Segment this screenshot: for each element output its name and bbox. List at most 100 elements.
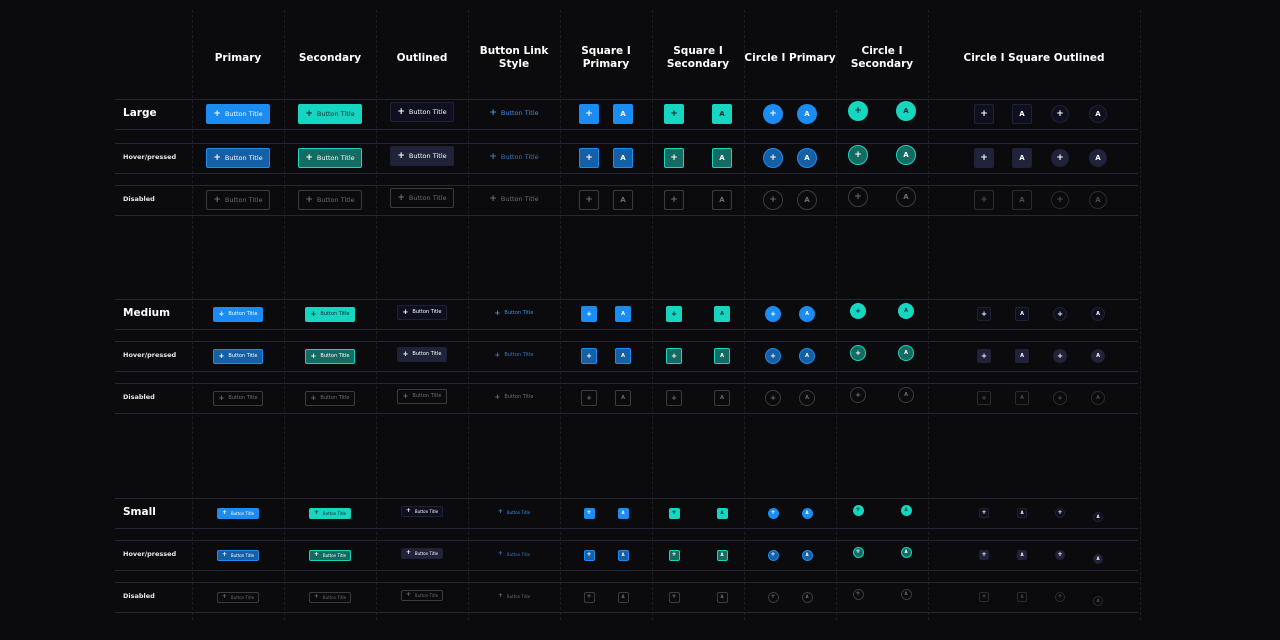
- secondary-button[interactable]: + Button Title: [309, 507, 351, 519]
- square-primary-letter-button[interactable]: A: [613, 190, 633, 210]
- circle-secondary-plus-button[interactable]: +: [852, 546, 864, 558]
- square-outlined-letter-button[interactable]: A: [1015, 349, 1029, 363]
- square-primary-plus-button[interactable]: +: [579, 148, 599, 168]
- circle-outlined-letter-button[interactable]: A: [1093, 512, 1103, 522]
- circle-primary-plus-button[interactable]: +: [767, 507, 779, 519]
- outlined-button[interactable]: + Button Title: [397, 346, 447, 362]
- circle-secondary-plus-button[interactable]: +: [850, 303, 866, 319]
- link-button[interactable]: + Button Title: [482, 103, 546, 123]
- circle-outlined-letter-button[interactable]: A: [1093, 554, 1103, 564]
- square-primary-plus-button[interactable]: +: [583, 507, 595, 519]
- primary-button[interactable]: + Button Title: [213, 348, 263, 364]
- square-primary-plus-button[interactable]: +: [581, 348, 597, 364]
- secondary-button[interactable]: + Button Title: [305, 348, 355, 364]
- circle-secondary-letter-button[interactable]: A: [900, 546, 912, 558]
- square-outlined-plus-button[interactable]: +: [974, 104, 994, 124]
- square-outlined-plus-button[interactable]: +: [974, 190, 994, 210]
- square-outlined-letter-button[interactable]: A: [1012, 104, 1032, 124]
- circle-secondary-letter-button[interactable]: A: [898, 303, 914, 319]
- circle-primary-plus-button[interactable]: +: [763, 190, 783, 210]
- square-secondary-letter-button[interactable]: A: [714, 348, 730, 364]
- link-button[interactable]: + Button Title: [482, 147, 546, 167]
- circle-secondary-letter-button[interactable]: A: [900, 588, 912, 600]
- circle-outlined-plus-button[interactable]: +: [1055, 508, 1065, 518]
- circle-outlined-letter-button[interactable]: A: [1089, 191, 1107, 209]
- square-primary-letter-button[interactable]: A: [617, 591, 629, 603]
- primary-button[interactable]: + Button Title: [217, 549, 259, 561]
- square-outlined-plus-button[interactable]: +: [979, 592, 989, 602]
- square-outlined-plus-button[interactable]: +: [977, 349, 991, 363]
- primary-button[interactable]: + Button Title: [206, 148, 270, 168]
- circle-outlined-letter-button[interactable]: A: [1089, 149, 1107, 167]
- square-primary-letter-button[interactable]: A: [617, 507, 629, 519]
- circle-secondary-letter-button[interactable]: A: [896, 145, 916, 165]
- outlined-button[interactable]: + Button Title: [397, 304, 447, 320]
- circle-secondary-letter-button[interactable]: A: [896, 101, 916, 121]
- circle-primary-plus-button[interactable]: +: [767, 591, 779, 603]
- square-outlined-letter-button[interactable]: A: [1017, 550, 1027, 560]
- circle-secondary-plus-button[interactable]: +: [852, 504, 864, 516]
- square-outlined-plus-button[interactable]: +: [977, 391, 991, 405]
- circle-outlined-plus-button[interactable]: +: [1051, 105, 1069, 123]
- square-secondary-plus-button[interactable]: +: [668, 507, 680, 519]
- square-secondary-plus-button[interactable]: +: [666, 348, 682, 364]
- circle-outlined-letter-button[interactable]: A: [1089, 105, 1107, 123]
- circle-secondary-plus-button[interactable]: +: [848, 145, 868, 165]
- circle-primary-plus-button[interactable]: +: [763, 148, 783, 168]
- circle-secondary-plus-button[interactable]: +: [852, 588, 864, 600]
- circle-secondary-plus-button[interactable]: +: [848, 101, 868, 121]
- circle-secondary-plus-button[interactable]: +: [850, 345, 866, 361]
- square-secondary-plus-button[interactable]: +: [664, 148, 684, 168]
- circle-primary-letter-button[interactable]: A: [797, 190, 817, 210]
- square-primary-letter-button[interactable]: A: [615, 306, 631, 322]
- circle-outlined-plus-button[interactable]: +: [1055, 592, 1065, 602]
- circle-secondary-letter-button[interactable]: A: [900, 504, 912, 516]
- link-button[interactable]: + Button Title: [482, 189, 546, 209]
- square-outlined-plus-button[interactable]: +: [977, 307, 991, 321]
- outlined-button[interactable]: + Button Title: [390, 102, 454, 122]
- secondary-button[interactable]: + Button Title: [298, 148, 362, 168]
- circle-primary-letter-button[interactable]: A: [799, 390, 815, 406]
- circle-outlined-letter-button[interactable]: A: [1093, 596, 1103, 606]
- circle-secondary-plus-button[interactable]: +: [848, 187, 868, 207]
- circle-outlined-letter-button[interactable]: A: [1091, 391, 1105, 405]
- circle-outlined-plus-button[interactable]: +: [1055, 550, 1065, 560]
- circle-primary-letter-button[interactable]: A: [801, 591, 813, 603]
- primary-button[interactable]: + Button Title: [213, 390, 263, 406]
- circle-primary-letter-button[interactable]: A: [801, 507, 813, 519]
- circle-outlined-plus-button[interactable]: +: [1051, 191, 1069, 209]
- circle-outlined-plus-button[interactable]: +: [1051, 149, 1069, 167]
- square-secondary-letter-button[interactable]: A: [714, 390, 730, 406]
- circle-outlined-letter-button[interactable]: A: [1091, 349, 1105, 363]
- link-button[interactable]: + Button Title: [489, 306, 539, 321]
- square-secondary-plus-button[interactable]: +: [666, 390, 682, 406]
- circle-outlined-plus-button[interactable]: +: [1053, 391, 1067, 405]
- circle-primary-plus-button[interactable]: +: [765, 390, 781, 406]
- secondary-button[interactable]: + Button Title: [309, 549, 351, 561]
- circle-primary-plus-button[interactable]: +: [763, 104, 783, 124]
- outlined-button[interactable]: + Button Title: [401, 505, 443, 517]
- link-button[interactable]: + Button Title: [493, 549, 535, 560]
- square-outlined-plus-button[interactable]: +: [979, 550, 989, 560]
- outlined-button[interactable]: + Button Title: [401, 589, 443, 601]
- circle-primary-letter-button[interactable]: A: [799, 348, 815, 364]
- outlined-button[interactable]: + Button Title: [390, 188, 454, 208]
- square-outlined-letter-button[interactable]: A: [1015, 307, 1029, 321]
- circle-primary-plus-button[interactable]: +: [767, 549, 779, 561]
- square-outlined-letter-button[interactable]: A: [1017, 592, 1027, 602]
- secondary-button[interactable]: + Button Title: [305, 390, 355, 406]
- circle-secondary-letter-button[interactable]: A: [898, 345, 914, 361]
- circle-primary-plus-button[interactable]: +: [765, 306, 781, 322]
- primary-button[interactable]: + Button Title: [213, 306, 263, 322]
- secondary-button[interactable]: + Button Title: [309, 591, 351, 603]
- circle-outlined-plus-button[interactable]: +: [1053, 349, 1067, 363]
- square-secondary-letter-button[interactable]: A: [714, 306, 730, 322]
- circle-secondary-letter-button[interactable]: A: [898, 387, 914, 403]
- square-primary-plus-button[interactable]: +: [581, 306, 597, 322]
- square-secondary-letter-button[interactable]: A: [712, 148, 732, 168]
- square-secondary-letter-button[interactable]: A: [716, 591, 728, 603]
- circle-secondary-plus-button[interactable]: +: [850, 387, 866, 403]
- square-primary-letter-button[interactable]: A: [613, 104, 633, 124]
- square-outlined-letter-button[interactable]: A: [1012, 148, 1032, 168]
- square-primary-letter-button[interactable]: A: [615, 390, 631, 406]
